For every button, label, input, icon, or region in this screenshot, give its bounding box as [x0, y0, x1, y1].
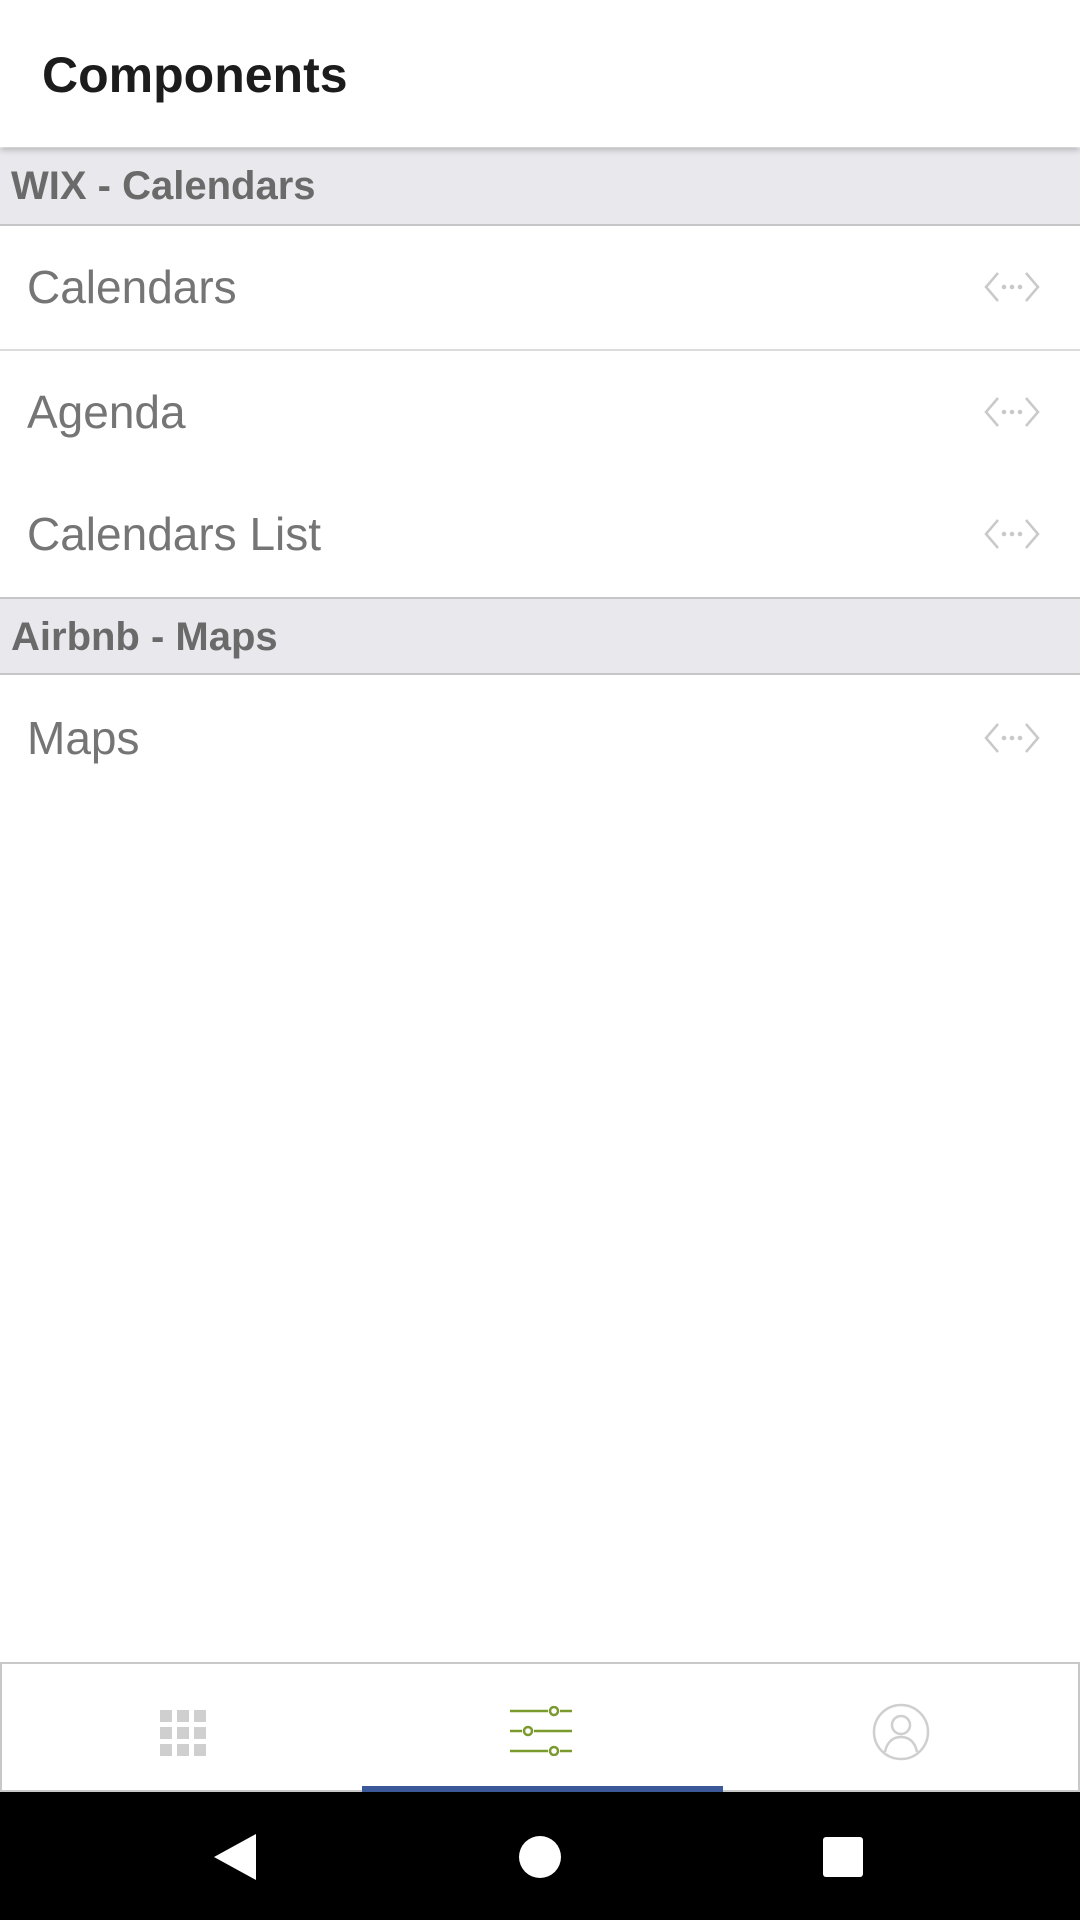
user-icon	[872, 1703, 930, 1761]
list-item-label: Calendars List	[27, 508, 322, 560]
section-label: Airbnb - Maps	[11, 615, 278, 659]
sliders-icon	[510, 1706, 572, 1756]
grid-icon	[160, 1710, 206, 1756]
tab-apps[interactable]	[2, 1664, 362, 1790]
recents-icon[interactable]	[823, 1837, 863, 1877]
list-item-label: Agenda	[27, 386, 186, 438]
list-item-label: Calendars	[27, 261, 237, 313]
tab-components[interactable]	[362, 1664, 722, 1790]
section-header-wix-calendars: WIX - Calendars	[0, 148, 1080, 226]
home-icon[interactable]	[518, 1835, 562, 1879]
tab-profile[interactable]	[722, 1664, 1080, 1790]
system-nav-bar	[0, 1792, 1080, 1920]
list-item-agenda[interactable]: Agenda	[0, 351, 1080, 474]
code-icon	[984, 723, 1040, 753]
screen: Components WIX - Calendars Calendars Age…	[0, 0, 1080, 1920]
bottom-tab-bar	[0, 1662, 1080, 1792]
section-label: WIX - Calendars	[11, 164, 316, 208]
code-icon	[984, 397, 1040, 427]
list-item-maps[interactable]: Maps	[0, 677, 1080, 800]
list-item-label: Maps	[27, 712, 140, 764]
back-icon[interactable]	[214, 1834, 256, 1880]
list-item-calendars[interactable]: Calendars	[0, 226, 1080, 349]
page-title: Components	[42, 47, 348, 103]
list-item-calendars-list[interactable]: Calendars List	[0, 473, 1080, 596]
code-icon	[984, 272, 1040, 302]
section-header-airbnb-maps: Airbnb - Maps	[0, 597, 1080, 675]
code-icon	[984, 519, 1040, 549]
app-header: Components	[0, 0, 1080, 147]
